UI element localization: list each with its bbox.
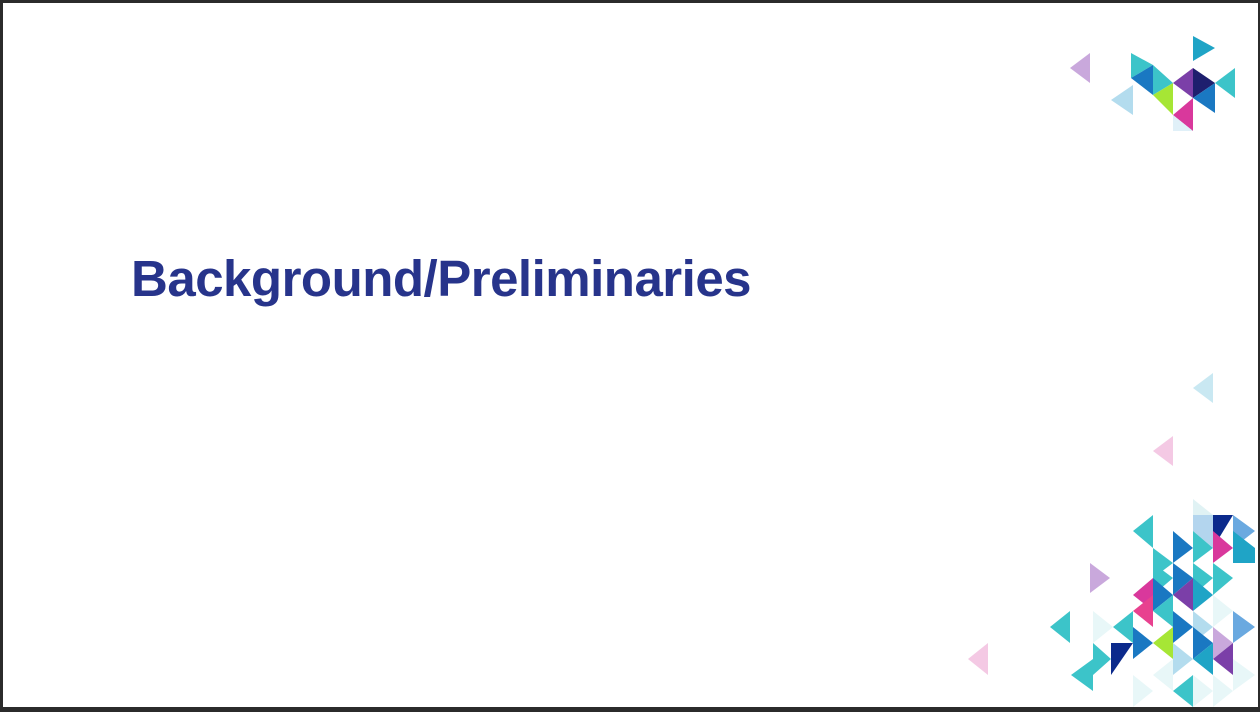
- decorative-triangles: [968, 36, 1255, 707]
- bottom-right-triangle-cluster: [968, 499, 1255, 707]
- pale-blue-triangle: [1193, 373, 1213, 403]
- top-right-triangle-cluster: [1070, 36, 1235, 131]
- pale-pink-triangle: [1153, 436, 1173, 466]
- presentation-slide: Background/Preliminaries: [3, 3, 1258, 707]
